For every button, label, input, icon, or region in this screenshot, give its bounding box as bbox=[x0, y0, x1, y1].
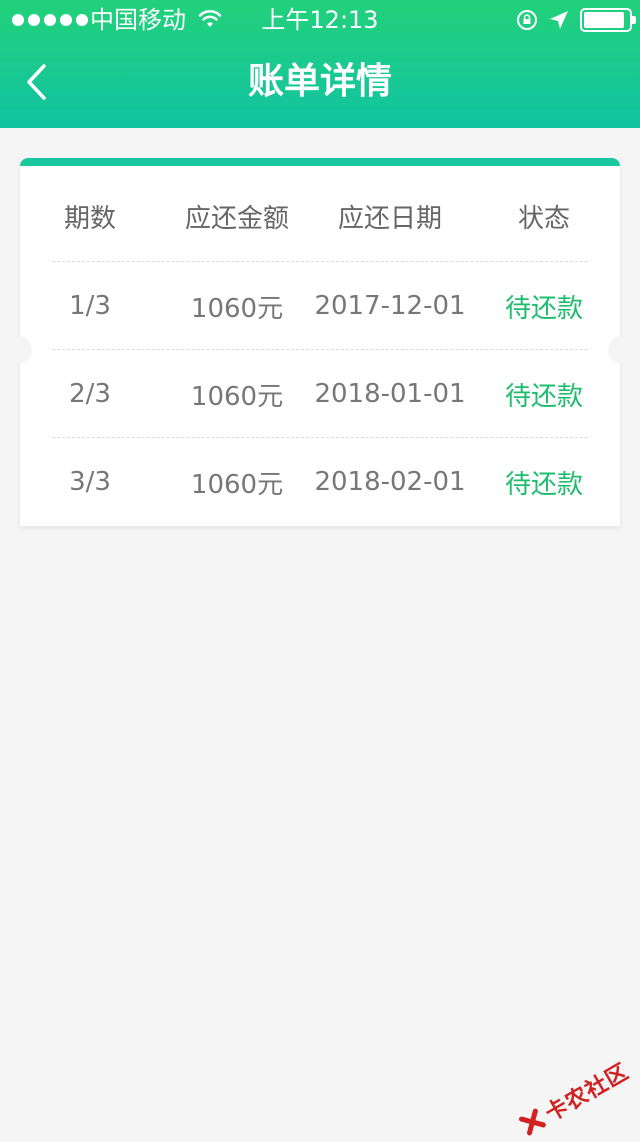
amount-cell: 1060元 bbox=[164, 464, 310, 501]
table-row[interactable]: 1/3 1060元 2017-12-01 待还款 bbox=[20, 262, 620, 350]
due-date-cell: 2017-12-01 bbox=[310, 291, 470, 321]
battery-level bbox=[584, 12, 624, 28]
status-cell: 待还款 bbox=[480, 288, 608, 325]
due-date-cell: 2018-02-01 bbox=[310, 467, 470, 497]
app-header: 中国移动 上午12:13 账单详情 bbox=[0, 0, 640, 128]
column-header-status: 状态 bbox=[480, 198, 608, 235]
location-arrow-icon bbox=[548, 9, 570, 31]
table-row[interactable]: 2/3 1060元 2018-01-01 待还款 bbox=[20, 350, 620, 438]
navigation-bar: 账单详情 bbox=[0, 40, 640, 128]
watermark-text: 卡农社区 bbox=[538, 1054, 634, 1128]
due-date-cell: 2018-01-01 bbox=[310, 379, 470, 409]
watermark-logo: 卡农社区 bbox=[514, 1054, 634, 1142]
card-accent-bar bbox=[20, 158, 620, 166]
page-title: 账单详情 bbox=[0, 60, 640, 104]
amount-cell: 1060元 bbox=[164, 288, 310, 325]
column-header-amount: 应还金额 bbox=[164, 198, 310, 235]
status-cell: 待还款 bbox=[480, 376, 608, 413]
rotation-lock-icon bbox=[516, 9, 538, 31]
table-row[interactable]: 3/3 1060元 2018-02-01 待还款 bbox=[20, 438, 620, 526]
column-header-period: 期数 bbox=[40, 198, 140, 235]
status-cell: 待还款 bbox=[480, 464, 608, 501]
amount-cell: 1060元 bbox=[164, 376, 310, 413]
table-header-row: 期数 应还金额 应还日期 状态 bbox=[20, 170, 620, 262]
period-cell: 1/3 bbox=[40, 291, 140, 321]
column-header-due-date: 应还日期 bbox=[310, 198, 470, 235]
battery-icon bbox=[580, 8, 632, 32]
status-bar: 中国移动 上午12:13 bbox=[0, 0, 640, 40]
period-cell: 3/3 bbox=[40, 467, 140, 497]
bill-detail-card: 期数 应还金额 应还日期 状态 1/3 1060元 2017-12-01 待还款… bbox=[20, 158, 620, 526]
period-cell: 2/3 bbox=[40, 379, 140, 409]
